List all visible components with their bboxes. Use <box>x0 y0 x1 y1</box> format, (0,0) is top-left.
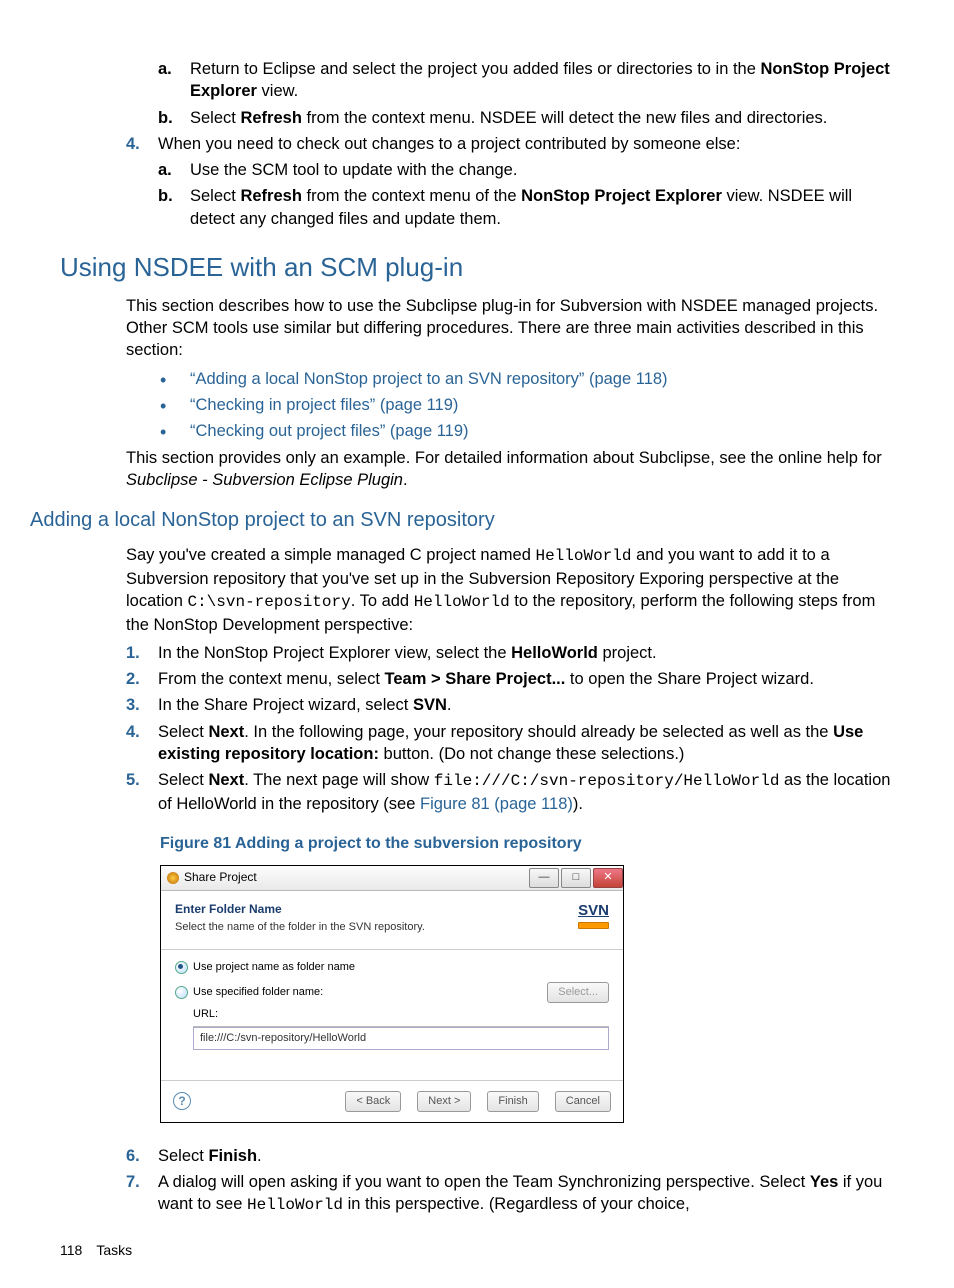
bullet-icon: • <box>160 420 190 442</box>
bullet-3: • “Checking out project files” (page 119… <box>160 420 894 442</box>
next-button[interactable]: Next > <box>417 1091 471 1112</box>
link-adding[interactable]: “Adding a local NonStop project to an SV… <box>190 368 668 390</box>
page-footer: 118 Tasks <box>60 1241 132 1260</box>
bullet-2: • “Checking in project files” (page 119) <box>160 394 894 416</box>
dialog-header-title: Enter Folder Name <box>175 901 425 917</box>
minimize-button[interactable]: — <box>529 868 559 888</box>
link-checkin[interactable]: “Checking in project files” (page 119) <box>190 394 458 416</box>
substep-a-text: Return to Eclipse and select the project… <box>190 58 894 103</box>
substep-b-text: Select Refresh from the context menu. NS… <box>190 107 827 129</box>
step-5: 5. Select Next. The next page will show … <box>126 769 894 815</box>
dialog-header: Enter Folder Name Select the name of the… <box>161 891 623 950</box>
bullet-1: • “Adding a local NonStop project to an … <box>160 368 894 390</box>
step-7: 7. A dialog will open asking if you want… <box>126 1171 894 1217</box>
app-icon <box>167 872 179 884</box>
link-checkout[interactable]: “Checking out project files” (page 119) <box>190 420 469 442</box>
closing-paragraph: This section provides only an example. F… <box>126 447 894 492</box>
step-6: 6. Select Finish. <box>126 1145 894 1167</box>
heading-adding-project: Adding a local NonStop project to an SVN… <box>30 507 894 534</box>
section-name: Tasks <box>96 1242 132 1258</box>
page-number: 118 <box>60 1242 82 1258</box>
close-button[interactable]: ✕ <box>593 868 623 888</box>
radio-icon <box>175 961 188 974</box>
finish-button[interactable]: Finish <box>487 1091 538 1112</box>
marker-4: 4. <box>126 133 158 155</box>
marker-a: a. <box>158 58 190 103</box>
step-3: 3. In the Share Project wizard, select S… <box>126 694 894 716</box>
dialog-titlebar: Share Project — □ ✕ <box>161 866 623 891</box>
step-4-text: When you need to check out changes to a … <box>158 133 740 155</box>
radio-icon <box>175 986 188 999</box>
bullet-icon: • <box>160 368 190 390</box>
figure-caption: Figure 81 Adding a project to the subver… <box>160 833 894 855</box>
maximize-button[interactable]: □ <box>561 868 591 888</box>
select-button[interactable]: Select... <box>547 982 609 1003</box>
substep-a: a. Return to Eclipse and select the proj… <box>158 58 894 103</box>
intro-paragraph: This section describes how to use the Su… <box>126 295 894 362</box>
dialog-title: Share Project <box>184 869 257 885</box>
marker-b: b. <box>158 107 190 129</box>
substep-4a-text: Use the SCM tool to update with the chan… <box>190 159 517 181</box>
url-value: file:///C:/svn-repository/HelloWorld <box>193 1027 609 1050</box>
step-2: 2. From the context menu, select Team > … <box>126 668 894 690</box>
step-4b: 4. Select Next. In the following page, y… <box>126 721 894 766</box>
dialog-header-subtitle: Select the name of the folder in the SVN… <box>175 920 425 935</box>
radio-use-specified[interactable]: Use specified folder name: <box>175 985 323 1000</box>
substep-4a: a. Use the SCM tool to update with the c… <box>158 159 894 181</box>
svn-intro: Say you've created a simple managed C pr… <box>126 544 894 636</box>
svn-logo: SVN <box>578 901 609 935</box>
back-button[interactable]: < Back <box>345 1091 401 1112</box>
heading-scm-plugin: Using NSDEE with an SCM plug-in <box>60 250 894 285</box>
substep-4b: b. Select Refresh from the context menu … <box>158 185 894 230</box>
step-4: 4. When you need to check out changes to… <box>126 133 894 155</box>
url-label: URL: <box>193 1007 609 1022</box>
substep-4b-text: Select Refresh from the context menu of … <box>190 185 894 230</box>
link-figure-81[interactable]: Figure 81 (page 118) <box>420 795 573 813</box>
substep-b: b. Select Refresh from the context menu.… <box>158 107 894 129</box>
bullet-icon: • <box>160 394 190 416</box>
share-project-dialog: Share Project — □ ✕ Enter Folder Name Se… <box>160 865 624 1123</box>
radio-use-project-name[interactable]: Use project name as folder name <box>175 960 609 975</box>
cancel-button[interactable]: Cancel <box>555 1091 611 1112</box>
help-icon[interactable]: ? <box>173 1092 191 1110</box>
step-1: 1. In the NonStop Project Explorer view,… <box>126 642 894 664</box>
